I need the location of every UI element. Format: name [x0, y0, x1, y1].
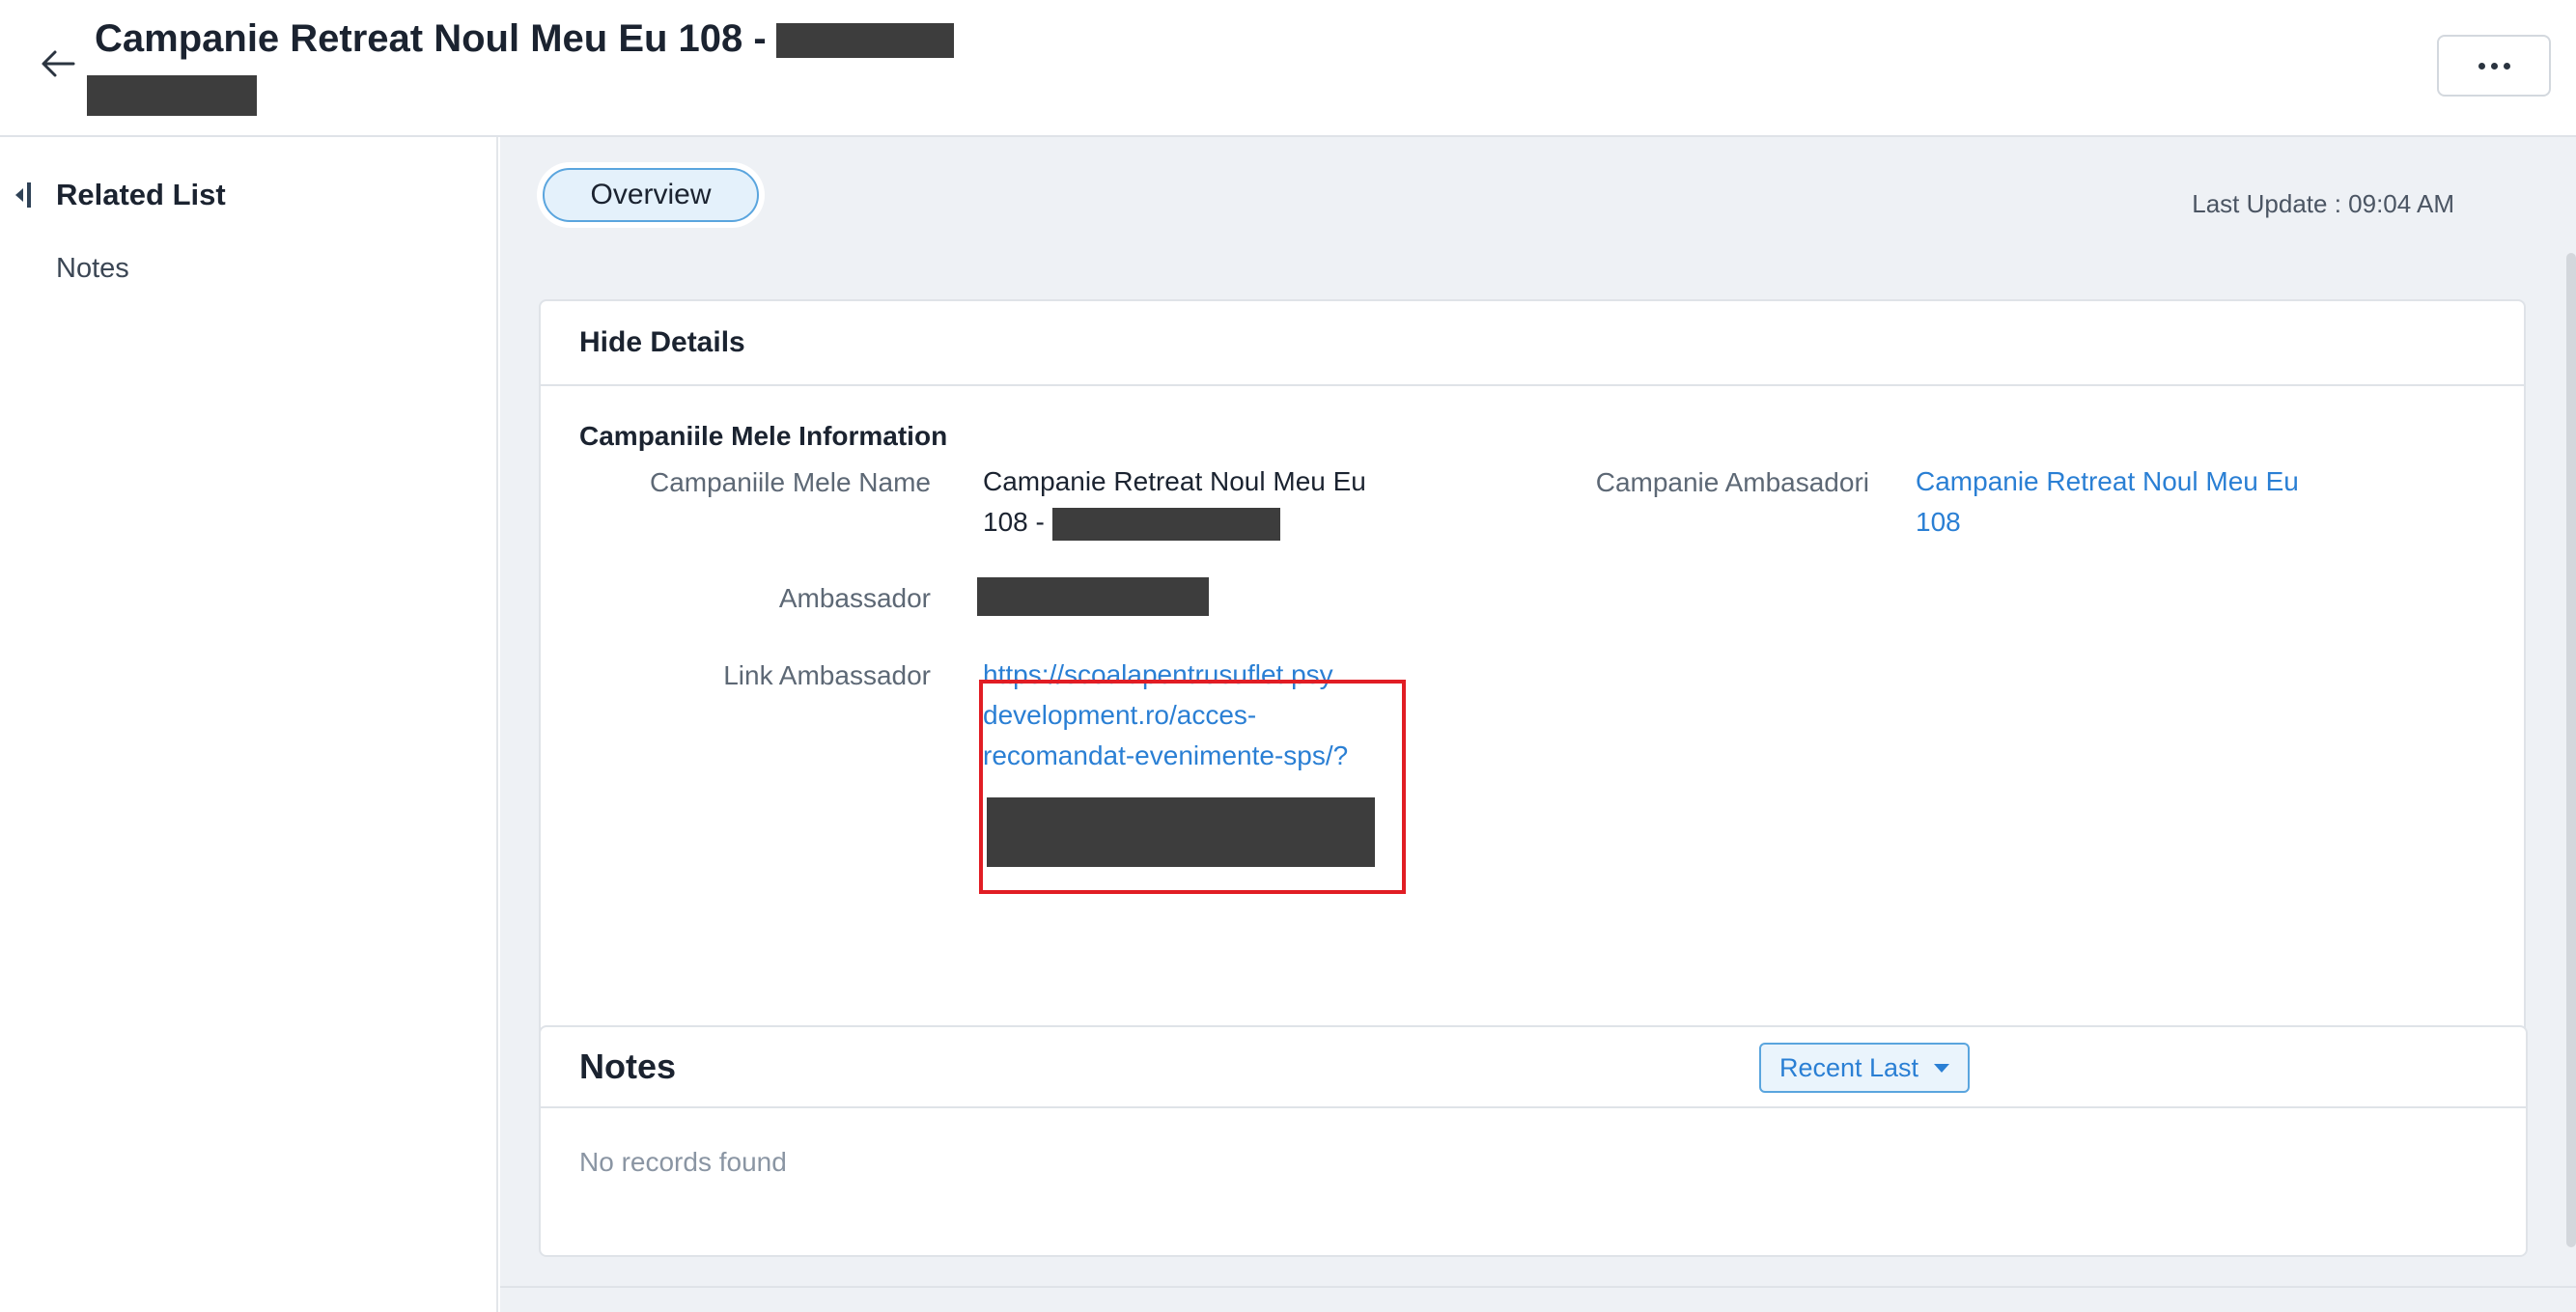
scrollbar[interactable] [2566, 253, 2576, 1247]
redacted-block [1051, 507, 1280, 541]
tab-overview[interactable]: Overview [543, 168, 759, 222]
back-button[interactable] [35, 42, 81, 85]
more-dot-icon [2490, 62, 2498, 70]
record-header: Campanie Retreat Noul Meu Eu 108 - [0, 0, 2576, 137]
notes-empty-text: No records found [579, 1147, 787, 1177]
caret-down-icon [1934, 1063, 1950, 1073]
field-label-link: Link Ambassador [723, 660, 931, 690]
arrow-left-icon [42, 50, 75, 77]
sidebar-item-notes[interactable]: Notes [56, 253, 129, 285]
more-actions-button[interactable] [2437, 35, 2551, 97]
notes-sort-dropdown[interactable]: Recent Last [1759, 1043, 1970, 1093]
field-value-name-line1: Campanie Retreat Noul Meu Eu [983, 466, 1366, 496]
related-list-sidebar: Related List Notes [0, 137, 498, 1312]
field-value-ambasadori-line2: 108 [1916, 507, 1961, 537]
field-value-name: Campanie Retreat Noul Meu Eu 108 - [983, 461, 1408, 543]
related-list-title: Related List [56, 178, 226, 211]
tab-bar: Overview [537, 162, 765, 228]
notes-card: Notes Recent Last No records found [539, 1025, 2528, 1257]
notes-header: Notes Recent Last [541, 1027, 2526, 1108]
field-label-ambassador: Ambassador [778, 583, 931, 613]
last-update-text: Last Update : 09:04 AM [2192, 189, 2454, 218]
related-list-header: Related List [14, 178, 226, 212]
redacted-block [87, 75, 257, 116]
field-label-ambasadori: Campanie Ambasadori [1595, 467, 1869, 497]
more-dot-icon [2478, 62, 2485, 70]
redacted-block [977, 577, 1209, 616]
details-card-header: Hide Details [541, 301, 2524, 386]
hide-details-toggle[interactable]: Hide Details [579, 326, 745, 359]
highlight-box [979, 680, 1406, 894]
page-title: Campanie Retreat Noul Meu Eu 108 - [95, 17, 954, 61]
section-title: Campaniile Mele Information [579, 421, 948, 451]
collapse-sidebar-icon[interactable] [14, 181, 35, 209]
field-value-name-prefix: 108 - [983, 507, 1045, 537]
redacted-block [775, 23, 954, 59]
main-content: Overview Last Update : 09:04 AM Hide Det… [500, 137, 2576, 1312]
notes-sort-label: Recent Last [1778, 1052, 1919, 1082]
field-value-ambasadori-line1: Campanie Retreat Noul Meu Eu [1916, 466, 2299, 496]
field-value-name-line2: 108 - [983, 502, 1408, 543]
page-title-text: Campanie Retreat Noul Meu Eu 108 - [95, 17, 767, 60]
details-card: Hide Details Campaniile Mele Information… [539, 299, 2526, 1131]
more-dot-icon [2503, 62, 2510, 70]
field-label-name: Campaniile Mele Name [649, 467, 931, 497]
notes-title: Notes [579, 1047, 677, 1086]
field-value-ambasadori-link[interactable]: Campanie Retreat Noul Meu Eu 108 [1916, 461, 2360, 543]
divider [500, 1286, 2576, 1288]
